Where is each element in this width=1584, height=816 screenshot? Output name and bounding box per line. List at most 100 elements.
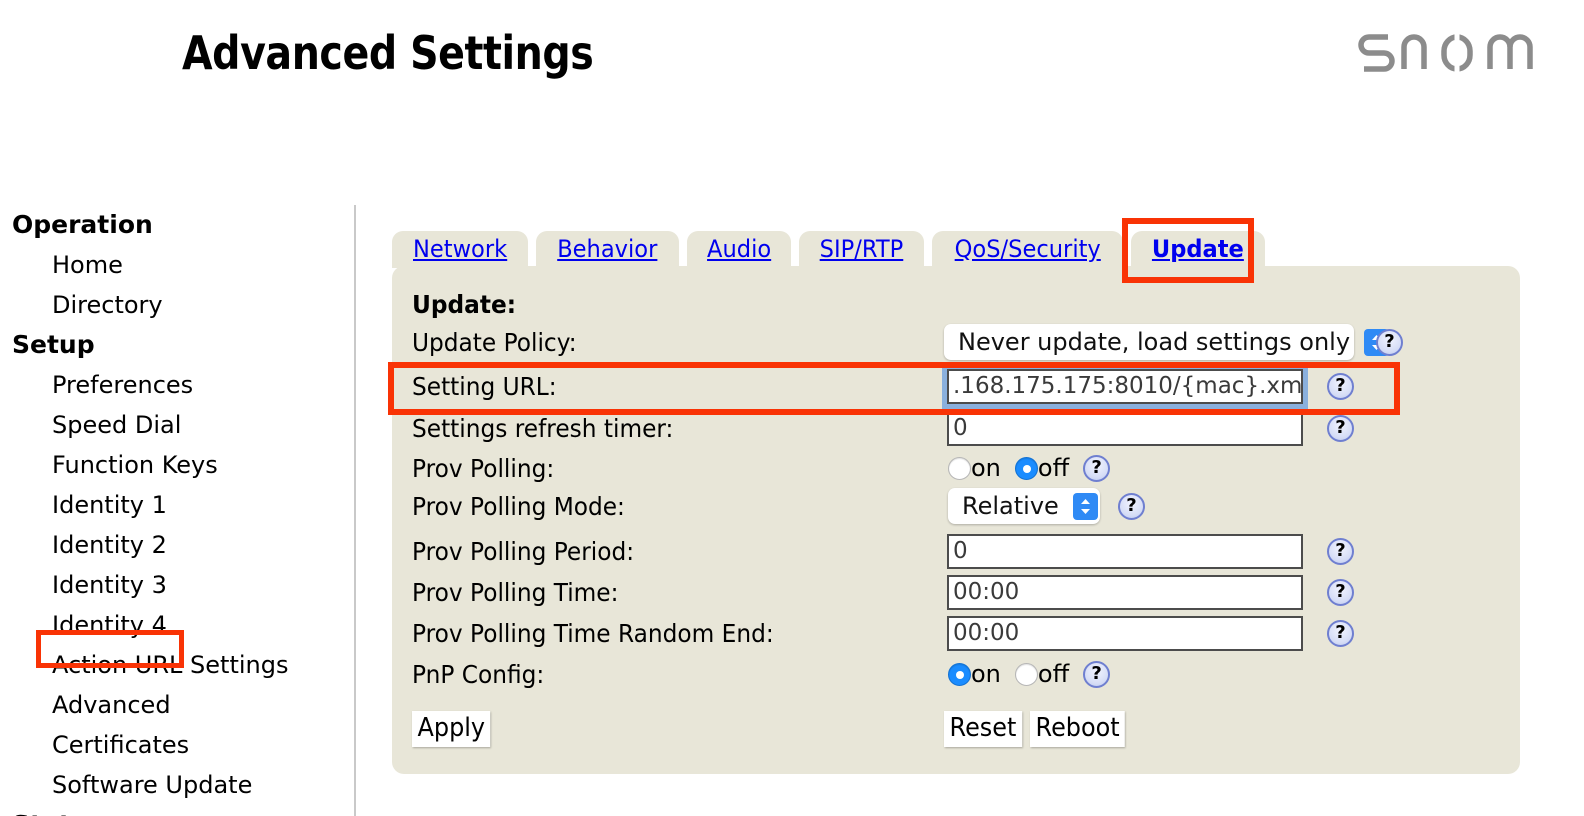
sidebar-item-label: Identity 3 — [52, 571, 167, 599]
reboot-button[interactable]: Reboot — [1030, 711, 1126, 747]
prov-polling-radio-on[interactable] — [948, 456, 971, 480]
help-icon[interactable]: ? — [1083, 454, 1111, 482]
field-pnp-config: PnP Config: on off ? — [392, 654, 1520, 694]
input-value: 00:00 — [953, 619, 1020, 646]
tab-label: SIP/RTP — [819, 234, 904, 263]
sidebar-item-identity-3[interactable]: Identity 3 — [0, 565, 356, 605]
field-label: Update Policy: — [412, 327, 577, 357]
field-label: Prov Polling Mode: — [412, 491, 625, 521]
prov-polling-mode-select[interactable]: Relative — [948, 488, 1100, 524]
field-setting-url: Setting URL: .168.175.175:8010/{mac}.xml… — [392, 363, 1520, 409]
radio-label-off: off — [1037, 454, 1070, 482]
sidebar-divider — [354, 205, 356, 816]
field-label: Settings refresh timer: — [412, 413, 674, 443]
tab-label: Behavior — [557, 234, 658, 263]
sidebar-item-identity-4[interactable]: Identity 4 — [0, 605, 356, 645]
sidebar-item-label: Certificates — [52, 731, 190, 759]
help-icon[interactable]: ? — [1083, 660, 1111, 688]
tab-sip-rtp[interactable]: SIP/RTP — [799, 231, 924, 268]
apply-button[interactable]: Apply — [412, 711, 491, 747]
select-value: Never update, load settings only — [958, 328, 1351, 356]
chevron-updown-icon — [1072, 492, 1098, 520]
sidebar-item-label: Speed Dial — [52, 411, 182, 439]
sidebar-item-software-update[interactable]: Software Update — [0, 765, 356, 805]
sidebar-item-advanced[interactable]: Advanced — [0, 685, 356, 725]
reset-button[interactable]: Reset — [944, 711, 1022, 747]
field-prov-polling-time-random-end: Prov Polling Time Random End: 00:00 ? — [392, 613, 1520, 653]
sidebar-item-directory[interactable]: Directory — [0, 285, 356, 325]
sidebar-item-label: Advanced — [52, 691, 171, 719]
settings-refresh-timer-input[interactable]: 0 — [947, 410, 1303, 446]
help-icon[interactable]: ? — [1327, 372, 1354, 400]
sidebar-group-setup: Setup — [12, 330, 95, 359]
sidebar-item-label: Home — [52, 251, 123, 279]
sidebar-item-label: Preferences — [52, 371, 194, 399]
sidebar-item-label: Identity 2 — [52, 531, 167, 559]
field-label: Prov Polling Period: — [412, 536, 635, 566]
input-value: 0 — [953, 414, 968, 441]
field-prov-polling-mode: Prov Polling Mode: Relative ? — [392, 486, 1520, 526]
radio-label-on: on — [971, 660, 1001, 688]
sidebar-item-label: Action URL Settings — [52, 651, 289, 679]
page-root: Advanced Settings Operation Home Directo… — [0, 0, 1584, 816]
select-value: Relative — [962, 492, 1059, 520]
sidebar-item-identity-1[interactable]: Identity 1 — [0, 485, 356, 525]
pnp-config-radio-on[interactable] — [948, 662, 971, 686]
sidebar-item-label: Identity 4 — [52, 611, 167, 639]
tab-label: QoS/Security — [954, 234, 1101, 263]
sidebar-item-certificates[interactable]: Certificates — [0, 725, 356, 765]
field-label: Prov Polling Time: — [412, 577, 619, 607]
help-icon[interactable]: ? — [1327, 537, 1354, 565]
radio-label-on: on — [971, 454, 1001, 482]
tab-label: Update — [1152, 234, 1245, 263]
snom-logo — [1344, 20, 1554, 82]
sidebar-item-label: Identity 1 — [52, 491, 167, 519]
help-icon[interactable]: ? — [1118, 492, 1145, 520]
tab-label: Network — [413, 234, 508, 263]
sidebar-item-speed-dial[interactable]: Speed Dial — [0, 405, 356, 445]
sidebar-item-home[interactable]: Home — [0, 245, 356, 285]
page-title: Advanced Settings — [182, 26, 594, 80]
tab-label: Audio — [706, 234, 771, 263]
tab-update[interactable]: Update — [1131, 231, 1266, 268]
update-policy-select[interactable]: Never update, load settings only — [944, 324, 1390, 360]
tab-audio[interactable]: Audio — [686, 231, 792, 268]
help-icon[interactable]: ? — [1327, 578, 1354, 606]
sidebar-group-operation: Operation — [12, 210, 153, 239]
sidebar-item-preferences[interactable]: Preferences — [0, 365, 356, 405]
help-icon[interactable]: ? — [1376, 328, 1403, 356]
sidebar-item-function-keys[interactable]: Function Keys — [0, 445, 356, 485]
input-value: .168.175.175:8010/{mac}.xml — [953, 372, 1303, 399]
prov-polling-time-input[interactable]: 00:00 — [947, 574, 1303, 610]
sidebar-item-identity-2[interactable]: Identity 2 — [0, 525, 356, 565]
sidebar-item-action-url-settings[interactable]: Action URL Settings — [0, 645, 356, 685]
field-label: PnP Config: — [412, 659, 545, 689]
field-label: Setting URL: — [412, 371, 557, 401]
help-icon[interactable]: ? — [1327, 619, 1354, 647]
setting-url-input[interactable]: .168.175.175:8010/{mac}.xml — [942, 363, 1308, 409]
sidebar-group-status: Status — [0, 805, 356, 816]
sidebar-item-label: Function Keys — [52, 451, 218, 479]
sidebar-item-label: Software Update — [52, 771, 253, 799]
tab-behavior[interactable]: Behavior — [536, 231, 679, 268]
pnp-config-radio-off[interactable] — [1014, 662, 1038, 686]
input-value: 00:00 — [953, 578, 1020, 605]
field-update-policy: Update Policy: Never update, load settin… — [392, 322, 1520, 362]
prov-polling-radio-off[interactable] — [1014, 456, 1038, 480]
sidebar: Operation Home Directory Setup Preferenc… — [0, 205, 356, 816]
field-label: Prov Polling: — [412, 453, 555, 483]
radio-label-off: off — [1037, 660, 1070, 688]
field-prov-polling-time: Prov Polling Time: 00:00 ? — [392, 572, 1520, 612]
help-icon[interactable]: ? — [1327, 414, 1354, 442]
field-settings-refresh-timer: Settings refresh timer: 0 ? — [392, 408, 1520, 448]
field-prov-polling: Prov Polling: on off ? — [392, 448, 1520, 488]
tab-qos-security[interactable]: QoS/Security — [931, 231, 1124, 268]
prov-polling-period-input[interactable]: 0 — [947, 533, 1303, 569]
panel-actions: Apply Reset Reboot — [392, 709, 1520, 749]
input-value: 0 — [953, 537, 968, 564]
prov-polling-time-random-end-input[interactable]: 00:00 — [947, 615, 1303, 651]
tab-network[interactable]: Network — [392, 231, 529, 268]
panel-heading: Update: — [412, 290, 517, 319]
sidebar-item-label: Directory — [52, 291, 163, 319]
update-settings-panel: Update: Update Policy: Never update, loa… — [392, 266, 1520, 774]
